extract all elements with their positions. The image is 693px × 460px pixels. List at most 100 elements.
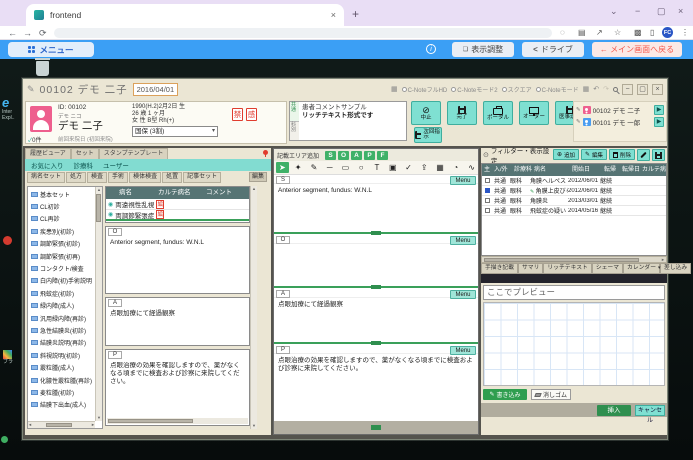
bottom-splitter[interactable] [274,421,478,434]
pen-icon[interactable]: ✎ [308,162,321,173]
set-section-o[interactable]: O Anterior segment, fundus: W.N.L [105,226,250,294]
note-section-s[interactable]: S Menu Anterior segment, fundus: W.N.L [274,175,478,231]
filter-icon[interactable]: ⊙ [483,151,489,159]
url-field[interactable] [54,28,552,38]
preview-field[interactable]: ここでプレビュー [483,285,665,300]
tree-item[interactable]: CL再診 [29,213,95,225]
set-type-chip[interactable]: 記事セット [183,172,221,183]
grid-view-icon[interactable]: ▦ [583,85,590,93]
tree-item[interactable]: 霰粒腫(成人) [29,361,95,373]
write-button[interactable]: ✎書き込み [483,389,527,400]
scroll-down-icon[interactable]: ▼ [97,415,101,421]
new-tab-button[interactable]: + [352,7,359,21]
open-arrow-button[interactable]: ▶ [654,105,664,115]
sidebar-icon[interactable]: ▯ [650,28,654,37]
set-type-chip[interactable]: 検査 [87,172,107,183]
tool-tab[interactable]: リッチテキスト [543,263,591,274]
content-vscrollbar[interactable]: ▲ ▼ [250,186,257,429]
area-add-button[interactable]: S [325,151,336,160]
dx-row[interactable]: ◉ 両調節緊張症 編 [106,210,249,221]
section-menu-button[interactable]: Menu [450,290,476,299]
area-add-button[interactable]: F [377,151,388,160]
scroll-up-icon[interactable]: ▲ [251,186,257,192]
section-menu-button[interactable]: Menu [450,236,476,245]
complete-button[interactable]: 完了 [447,101,477,125]
set-type-chip[interactable]: 手術 [108,172,128,183]
tool-tab[interactable]: サマリ [518,263,543,274]
left-tab[interactable]: セット [71,148,99,159]
tool-tab[interactable]: カレンダー [623,263,660,274]
stamp-icon[interactable]: ✦ [292,162,305,173]
mode-radio[interactable]: C-NoteフルHD [402,85,448,94]
note-section-p[interactable]: P Menu 点眼治療の効果を確認しますので、薬がなくなる頃までに検査および診察… [274,345,478,421]
pie-icon[interactable]: ◔ [449,162,462,173]
internet-explorer-icon[interactable]: e Inter Expl.. [2,97,15,121]
tree-item[interactable]: 基本セット [29,188,95,200]
visit-date-field[interactable]: 2016/04/01 [133,83,179,96]
tree-item[interactable]: 斜視説明(初診) [29,349,95,361]
layout-grid-icon[interactable]: ▦ [391,85,398,93]
left-tab[interactable]: 履歴ビューア [25,148,71,159]
set-type-chip[interactable]: 検体検査 [129,172,161,183]
note-section-a[interactable]: A Menu 点眼加療にて経過観察 [274,289,478,341]
window-close-icon[interactable]: × [652,84,663,95]
dx-row[interactable]: ◉ 両遠視性乱視 編 [106,199,249,210]
tree-item[interactable]: 結膜下出血(成人) [29,399,95,411]
info-icon[interactable]: i [426,44,436,54]
mode-radio[interactable]: C-Noteモード [536,85,579,94]
tree-item[interactable]: コンタクト/検査 [29,262,95,274]
set-section-p[interactable]: P 点眼治療の効果を確認しますので、薬がなくなる頃までに検査および診察に来院して… [105,349,250,426]
patient-list-item[interactable]: ✎ 00101 デモ 一郎 ▶ [576,116,664,128]
profile-avatar[interactable]: FC [662,27,673,38]
pin-icon[interactable] [263,150,268,155]
tree-item[interactable]: 麦粒腫(初診) [29,386,95,398]
area-add-button[interactable]: A [351,151,362,160]
area-add-button[interactable]: P [364,151,375,160]
table-icon[interactable]: ▦ [434,162,447,173]
extensions-icon[interactable]: ▩ [634,28,642,37]
tree-item[interactable]: 疾患別(初診) [29,225,95,237]
subtab[interactable]: お気に入り [31,160,64,170]
area-add-button[interactable]: O [338,151,349,160]
diagnosis-row[interactable]: 共通 眼科 ✎ 角膜炎 2013/03/01 継続 [482,196,666,206]
handwriting-canvas[interactable] [483,302,665,386]
scroll-left-icon[interactable]: ◄ [28,422,32,428]
insert-button[interactable]: 挿入 [597,405,631,416]
diagnosis-row[interactable]: 共通 眼科 ✎ 角膜ヘルペス 2012/06/01 継続 [482,176,666,186]
freehand-icon[interactable]: ∿ [465,162,478,173]
edit-button[interactable]: ✎編集 [581,149,607,160]
image-icon[interactable]: ▣ [386,162,399,173]
cancel-button[interactable]: ⊘中止 [411,101,441,125]
app-shortcut-red-icon[interactable] [3,236,12,245]
diagnosis-row[interactable]: 共通 眼科 ✎ 角膜上皮びらん 2012/06/01 継続 [482,186,666,196]
subtab[interactable]: ユーザー [103,160,129,170]
menu-dots-icon[interactable]: ⋮ [681,28,689,37]
tree-hscrollbar[interactable]: ◄ ► [28,421,95,428]
tree-item[interactable]: 化膿性霰粒腫(再診) [29,374,95,386]
section-menu-button[interactable]: Menu [450,176,476,185]
left-tab[interactable]: スタンプテンプレート [99,148,169,159]
minimize-icon[interactable]: − [635,6,640,16]
set-section-a[interactable]: A 点眼加療にて経過観察 [105,297,250,346]
set-type-chip[interactable]: 処置 [162,172,182,183]
reload-icon[interactable]: ⟳ [39,28,47,39]
edit-pencil-icon[interactable]: ✎ [27,84,35,95]
tool-tab[interactable]: 差し込み [660,263,691,274]
bookmark-star-icon[interactable]: ☆ [614,28,621,37]
tree-item[interactable]: 急性結膜炎(初診) [29,324,95,336]
share-icon[interactable]: ↗ [596,28,603,37]
maximize-icon[interactable]: ▢ [657,6,666,17]
subtab[interactable]: 診療科 [74,160,94,170]
tree-item[interactable]: 白内障(初)手術説明 [29,275,95,287]
table-hscrollbar[interactable]: ► [481,256,667,263]
tab-close-icon[interactable]: × [331,10,336,20]
tree-item[interactable]: 調節緊張(初再) [29,250,95,262]
mode-radio[interactable]: スクエア [502,85,532,94]
scroll-right-icon[interactable]: ► [91,422,95,428]
back-to-main-button[interactable]: ← メイン画面へ戻る [592,42,682,57]
menu-button[interactable]: メニュー [8,42,94,57]
insurance-select[interactable]: 国保 (3割) [132,126,218,137]
tree-item[interactable]: 緑内障(成人) [29,300,95,312]
key-icon[interactable]: ◌ [560,28,565,37]
portal-button[interactable]: ポータル [483,101,513,125]
